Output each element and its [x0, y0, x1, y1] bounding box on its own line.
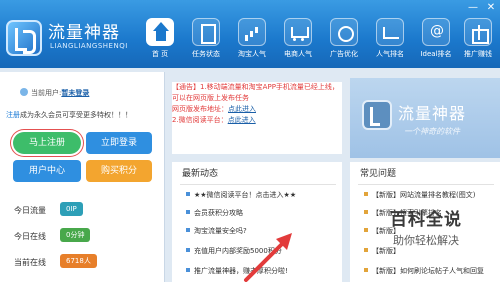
nav-ecommerce[interactable]: 电商人气 [276, 18, 320, 66]
nav-ranking[interactable]: 人气排名 [368, 18, 412, 66]
gift-icon [464, 18, 492, 46]
faq-item-text: 【新版】网站流量排名教程(图文) [372, 191, 476, 199]
news-item-text: 会员获积分攻略 [194, 209, 243, 217]
faq-item[interactable]: 【新版】如何刷论坛帖子人气和回复 [364, 266, 484, 280]
current-user-label: 当前用户: [31, 89, 62, 97]
login-button[interactable]: 立即登录 [86, 132, 152, 154]
stat-value: 6718人 [60, 254, 97, 268]
stat-today-traffic: 今日流量 0IP [14, 202, 154, 220]
nav-task-status[interactable]: 任务状态 [184, 18, 228, 66]
tools-icon [330, 18, 358, 46]
close-button[interactable]: ✕ [484, 2, 498, 14]
stat-label: 今日流量 [14, 206, 46, 215]
user-center-button[interactable]: 用户中心 [13, 160, 81, 182]
cart-icon [284, 18, 312, 46]
logo-mark-icon [6, 20, 42, 56]
app-title: 流量神器 [48, 23, 120, 43]
nav-label: 推广赚钱 [464, 50, 492, 58]
faq-item-text: 【新版】如何刷论坛帖子人气和回复 [372, 267, 484, 275]
stat-label: 今日在线 [14, 232, 46, 241]
news-item[interactable]: 淘宝流量安全吗? [186, 226, 247, 240]
app-logo: 流量神器 LIANGLIANGSHENQI [4, 14, 154, 62]
news-item-text: ★★微信阅读平台！点击进入★★ [194, 191, 297, 199]
stat-value: 0分钟 [60, 228, 91, 242]
nav-taobao[interactable]: 淘宝人气 [230, 18, 274, 66]
register-button[interactable]: 马上注册 [13, 132, 81, 154]
home-icon [146, 18, 174, 46]
bullet-icon [364, 268, 368, 272]
main-nav: 首 页 任务状态 淘宝人气 电商人气 广告优化 人气排名 Ideal排名 推广 [138, 18, 500, 66]
promo-banner[interactable]: 流量神器 一个神奇的软件 [350, 78, 500, 158]
register-note: 注册成为永久会员可享受更多特权！！！ [6, 110, 162, 120]
register-note-text: 成为永久会员可享受更多特权！！！ [20, 111, 132, 119]
banner-slogan: 一个神奇的软件 [404, 127, 460, 136]
bullet-icon [186, 248, 190, 252]
nav-label: 人气排名 [376, 50, 404, 58]
bullet-icon [186, 210, 190, 214]
divider [180, 184, 336, 185]
register-link[interactable]: 注册 [6, 111, 20, 119]
minimize-button[interactable]: — [466, 2, 480, 14]
news-item[interactable]: 会员获积分攻略 [186, 208, 243, 222]
nav-ideal-ranking[interactable]: Ideal排名 [414, 18, 458, 66]
nav-label: 广告优化 [330, 50, 358, 58]
buy-points-button[interactable]: 购买积分 [86, 160, 152, 182]
task-icon [192, 18, 220, 46]
notice-tag: 【通告】 [172, 83, 200, 91]
nav-ad-optimize[interactable]: 广告优化 [322, 18, 366, 66]
watermark: 百科全说 助你轻松解决 [366, 205, 486, 255]
current-user: 当前用户:暂未登录 [20, 88, 89, 98]
stat-value: 0IP [60, 202, 83, 216]
chart-icon [238, 18, 266, 46]
annotation-arrow-icon [244, 233, 292, 282]
watermark-main: 百科全说 [390, 210, 462, 230]
wechat-platform-link[interactable]: 点此进入 [228, 116, 256, 124]
news-item[interactable]: ★★微信阅读平台！点击进入★★ [186, 190, 296, 204]
trend-icon [376, 18, 404, 46]
nav-label: 首 页 [151, 50, 169, 58]
current-user-name[interactable]: 暂未登录 [61, 89, 89, 97]
stat-today-online: 今日在线 0分钟 [14, 228, 154, 246]
bullet-icon [364, 192, 368, 196]
bullet-icon [186, 228, 190, 232]
nav-label: Ideal排名 [420, 50, 452, 58]
banner-logo-icon [362, 100, 392, 130]
nav-label: 电商人气 [284, 50, 312, 58]
nav-home[interactable]: 首 页 [138, 18, 182, 66]
title-bar: 流量神器 LIANGLIANGSHENQI — ✕ 首 页 任务状态 淘宝人气 … [0, 0, 500, 68]
web-publish-link[interactable]: 点此进入 [228, 105, 256, 113]
at-icon [422, 18, 451, 46]
nav-promote[interactable]: 推广赚钱 [456, 18, 500, 66]
app-subtitle: LIANGLIANGSHENQI [50, 42, 128, 50]
divider [358, 184, 494, 185]
user-icon [20, 88, 28, 96]
bullet-icon [186, 268, 190, 272]
user-panel: 当前用户:暂未登录 注册成为永久会员可享受更多特权！！！ 马上注册 立即登录 用… [0, 72, 165, 282]
nav-label: 任务状态 [192, 50, 220, 58]
stat-label: 当前在线 [14, 258, 46, 267]
news-title: 最新动态 [182, 169, 219, 179]
faq-title: 常见问题 [360, 169, 397, 179]
news-item-text: 淘宝流量安全吗? [194, 227, 247, 235]
notice-line-2-prefix: 网页版发布地址： [172, 105, 228, 113]
banner-title: 流量神器 [398, 104, 467, 123]
faq-item[interactable]: 【新版】网站流量排名教程(图文) [364, 190, 475, 204]
notice-line-3-prefix: 2.微信阅读平台： [172, 116, 228, 124]
watermark-sub: 助你轻松解决 [393, 234, 459, 247]
stat-current-online: 当前在线 6718人 [14, 254, 154, 272]
nav-label: 淘宝人气 [238, 50, 266, 58]
bullet-icon [186, 192, 190, 196]
announcement: 【通告】1.移动端流量和淘宝APP手机流量已经上线，可以在网页版上发布任务 网页… [172, 82, 342, 154]
